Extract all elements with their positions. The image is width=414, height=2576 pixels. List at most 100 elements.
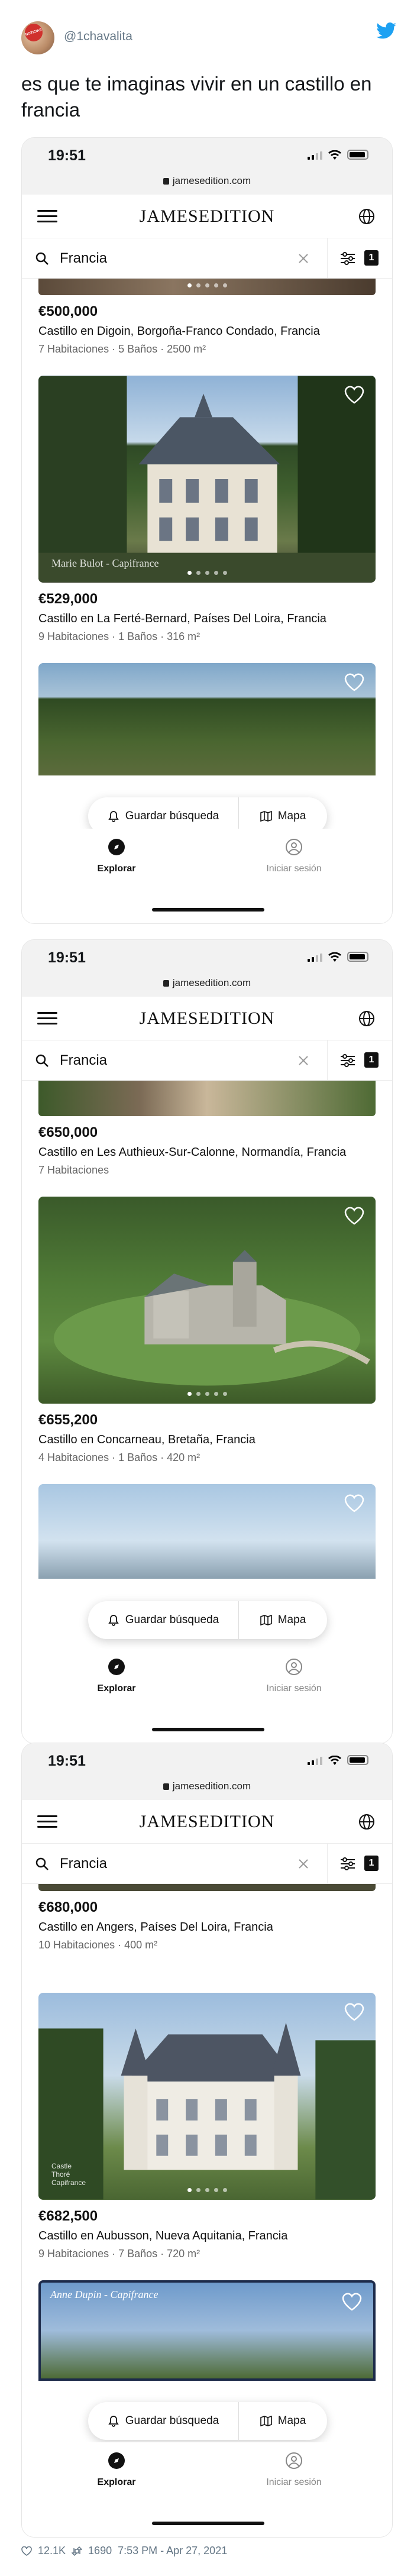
- tweet-header: NOTICIAS @1chavalita es que te imaginas …: [0, 0, 414, 142]
- status-time: 19:51: [48, 949, 86, 966]
- bottom-nav: Explorar Iniciar sesión: [22, 2442, 392, 2537]
- url-text: jamesedition.com: [172, 175, 251, 186]
- clear-icon[interactable]: [297, 253, 309, 264]
- nav-explore[interactable]: Explorar: [69, 2452, 164, 2488]
- carousel-dots: [38, 280, 376, 290]
- signal-icon: [308, 1756, 322, 1765]
- save-search-button[interactable]: Guardar búsqueda: [88, 1601, 238, 1639]
- bell-icon: [108, 1615, 119, 1626]
- globe-icon[interactable]: [358, 1813, 376, 1831]
- listing-image-partial[interactable]: [38, 1081, 376, 1116]
- save-search-label: Guardar búsqueda: [125, 810, 219, 822]
- url-text: jamesedition.com: [172, 1780, 251, 1792]
- chateau-illustration: [38, 376, 376, 583]
- bell-icon: [108, 811, 119, 822]
- listing-price: €650,000: [38, 1124, 98, 1140]
- search-icon: [35, 1857, 48, 1870]
- tweet-handle[interactable]: @1chavalita: [64, 30, 132, 44]
- listing-card[interactable]: €500,000 Castillo en Digoin, Borgoña-Fra…: [22, 295, 392, 355]
- map-label: Mapa: [277, 810, 306, 822]
- heart-icon[interactable]: [344, 385, 365, 404]
- listing-photo-partial[interactable]: Anne Dupin - Capifrance: [38, 2280, 376, 2381]
- search-input[interactable]: Francia: [60, 1052, 107, 1069]
- listing-card[interactable]: €680,000 Castillo en Angers, Países Del …: [22, 1891, 392, 1951]
- listing-meta: 7 Habitaciones: [38, 1164, 109, 1176]
- listing-photo[interactable]: Castle Thoré Capifrance: [38, 1993, 376, 2200]
- listing-photo-partial[interactable]: [38, 663, 376, 775]
- search-input[interactable]: Francia: [60, 1856, 107, 1872]
- clear-icon[interactable]: [297, 1055, 309, 1066]
- listing-title: Castillo en Digoin, Borgoña-Franco Conda…: [38, 325, 320, 338]
- nav-explore-label: Explorar: [97, 2477, 136, 2487]
- twitter-bird-icon[interactable]: [376, 22, 396, 39]
- site-logo[interactable]: JAMESEDITION: [22, 1812, 392, 1832]
- listing-card[interactable]: €682,500 Castillo en Aubusson, Nueva Aqu…: [22, 2200, 392, 2260]
- map-button[interactable]: Mapa: [238, 2402, 327, 2440]
- globe-icon[interactable]: [358, 208, 376, 225]
- filter-count-badge: 1: [364, 250, 379, 266]
- clear-icon[interactable]: [297, 1858, 309, 1870]
- site-logo[interactable]: JAMESEDITION: [22, 1009, 392, 1029]
- wifi-icon: [328, 150, 341, 160]
- search-row: Francia 1: [22, 238, 392, 279]
- search-input[interactable]: Francia: [60, 250, 107, 267]
- listing-image-partial[interactable]: [38, 279, 376, 295]
- heart-icon[interactable]: [344, 1206, 365, 1225]
- filter-button[interactable]: 1: [327, 238, 392, 279]
- nav-login-label: Iniciar sesión: [266, 2477, 322, 2487]
- listing-meta: 9 Habitaciones · 1 Baños · 316 m²: [38, 631, 200, 642]
- like-heart-icon[interactable]: [21, 2546, 32, 2556]
- photo-watermark: Anne Dupin - Capifrance: [50, 2289, 159, 2300]
- nav-explore[interactable]: Explorar: [69, 1658, 164, 1694]
- filter-button[interactable]: 1: [327, 1844, 392, 1884]
- save-search-button[interactable]: Guardar búsqueda: [88, 2402, 238, 2440]
- filter-sliders-icon: [341, 1857, 355, 1870]
- listing-card[interactable]: €650,000 Castillo en Les Authieux-Sur-Ca…: [22, 1116, 392, 1177]
- listing-card[interactable]: €529,000 Castillo en La Ferté-Bernard, P…: [22, 583, 392, 643]
- floating-action-pill: Guardar búsqueda Mapa: [88, 2402, 327, 2440]
- listing-price: €682,500: [38, 2208, 98, 2224]
- lock-icon: [163, 980, 169, 987]
- map-icon: [260, 1614, 272, 1626]
- tweet-timestamp: 7:53 PM - Apr 27, 2021: [118, 2545, 228, 2556]
- url-bar[interactable]: jamesedition.com: [22, 974, 392, 997]
- map-label: Mapa: [277, 2415, 306, 2427]
- nav-login[interactable]: Iniciar sesión: [247, 2452, 341, 2488]
- nav-explore[interactable]: Explorar: [69, 838, 164, 874]
- photo-watermark: Castle Thoré Capifrance: [51, 2162, 86, 2187]
- avatar[interactable]: NOTICIAS: [21, 21, 54, 54]
- listing-price: €655,200: [38, 1412, 98, 1428]
- listing-image-partial[interactable]: [38, 1884, 376, 1891]
- listing-photo[interactable]: Marie Bulot - Capifrance: [38, 376, 376, 583]
- nav-login[interactable]: Iniciar sesión: [247, 1658, 341, 1694]
- nav-login-label: Iniciar sesión: [266, 864, 322, 874]
- map-label: Mapa: [277, 1614, 306, 1626]
- listing-title: Castillo en La Ferté-Bernard, Países Del…: [38, 612, 326, 625]
- retweet-icon[interactable]: [72, 2546, 83, 2556]
- url-bar[interactable]: jamesedition.com: [22, 1777, 392, 1800]
- wifi-icon: [328, 952, 341, 962]
- bell-icon: [108, 2416, 119, 2427]
- battery-icon: [347, 150, 368, 160]
- map-button[interactable]: Mapa: [238, 1601, 327, 1639]
- heart-icon[interactable]: [344, 673, 365, 691]
- site-logo[interactable]: JAMESEDITION: [22, 206, 392, 227]
- filter-button[interactable]: 1: [327, 1040, 392, 1081]
- battery-icon: [347, 952, 368, 962]
- heart-icon[interactable]: [344, 1494, 365, 1512]
- listing-photo-partial[interactable]: [38, 1484, 376, 1579]
- lock-icon: [163, 178, 169, 185]
- nav-login[interactable]: Iniciar sesión: [247, 838, 341, 874]
- bottom-nav: Explorar Iniciar sesión: [22, 1649, 392, 1743]
- heart-icon[interactable]: [344, 2002, 365, 2021]
- listing-photo[interactable]: [38, 1197, 376, 1404]
- globe-icon[interactable]: [358, 1010, 376, 1027]
- phone-screenshot-1: 19:51 jamesedition.com JAMESEDITION Fran…: [21, 137, 393, 924]
- listing-card[interactable]: €655,200 Castillo en Concarneau, Bretaña…: [22, 1404, 392, 1464]
- search-row: Francia 1: [22, 1844, 392, 1884]
- phone-screenshot-3: 19:51 jamesedition.com JAMESEDITION Fran…: [21, 1743, 393, 2538]
- carousel-dots: [38, 1388, 376, 1399]
- heart-icon[interactable]: [341, 2292, 363, 2311]
- url-bar[interactable]: jamesedition.com: [22, 172, 392, 195]
- listing-title: Castillo en Angers, Países Del Loira, Fr…: [38, 1921, 273, 1934]
